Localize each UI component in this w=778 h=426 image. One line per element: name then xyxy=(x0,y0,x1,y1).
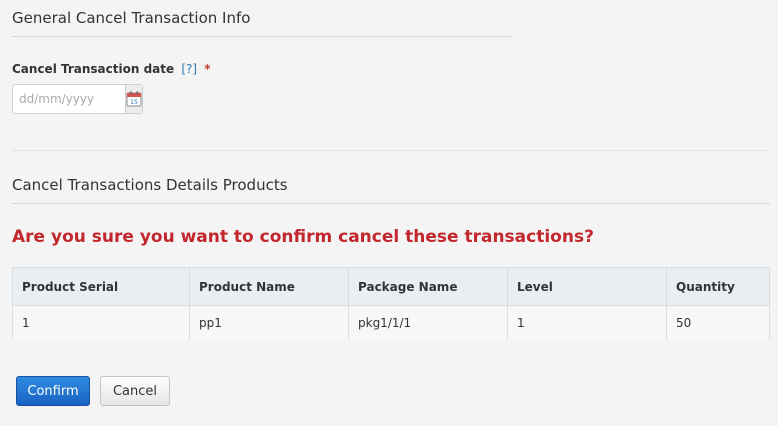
confirm-warning-message: Are you sure you want to confirm cancel … xyxy=(12,227,594,247)
calendar-icon: 15 xyxy=(126,91,142,107)
column-header-product-serial: Product Serial xyxy=(12,267,190,306)
cancel-button[interactable]: Cancel xyxy=(100,376,170,406)
column-header-level: Level xyxy=(507,267,667,306)
divider xyxy=(12,150,770,151)
cell-package-name: pkg1/1/1 xyxy=(348,305,508,340)
cell-level: 1 xyxy=(507,305,667,340)
help-link[interactable]: [?] xyxy=(181,62,197,76)
cancel-date-label-text: Cancel Transaction date xyxy=(12,62,175,76)
cell-product-name: pp1 xyxy=(189,305,349,340)
column-header-quantity: Quantity xyxy=(666,267,770,306)
cell-product-serial: 1 xyxy=(12,305,190,340)
general-info-title: General Cancel Transaction Info xyxy=(12,9,251,27)
cancel-date-input[interactable] xyxy=(13,85,125,113)
divider xyxy=(12,203,770,204)
cancel-date-field: 15 xyxy=(12,84,143,114)
confirm-button[interactable]: Confirm xyxy=(16,376,90,406)
required-marker: * xyxy=(204,62,211,76)
products-table: Product Serial Product Name Package Name… xyxy=(12,267,770,340)
cell-quantity: 50 xyxy=(666,305,770,340)
divider xyxy=(12,36,512,37)
table-header-row: Product Serial Product Name Package Name… xyxy=(12,267,770,306)
cancel-date-label: Cancel Transaction date [?] * xyxy=(12,62,211,76)
column-header-product-name: Product Name xyxy=(189,267,349,306)
table-row: 1 pp1 pkg1/1/1 1 50 xyxy=(12,305,770,340)
column-header-package-name: Package Name xyxy=(348,267,508,306)
calendar-button[interactable]: 15 xyxy=(125,85,142,113)
svg-text:15: 15 xyxy=(130,99,138,106)
details-products-title: Cancel Transactions Details Products xyxy=(12,176,288,194)
